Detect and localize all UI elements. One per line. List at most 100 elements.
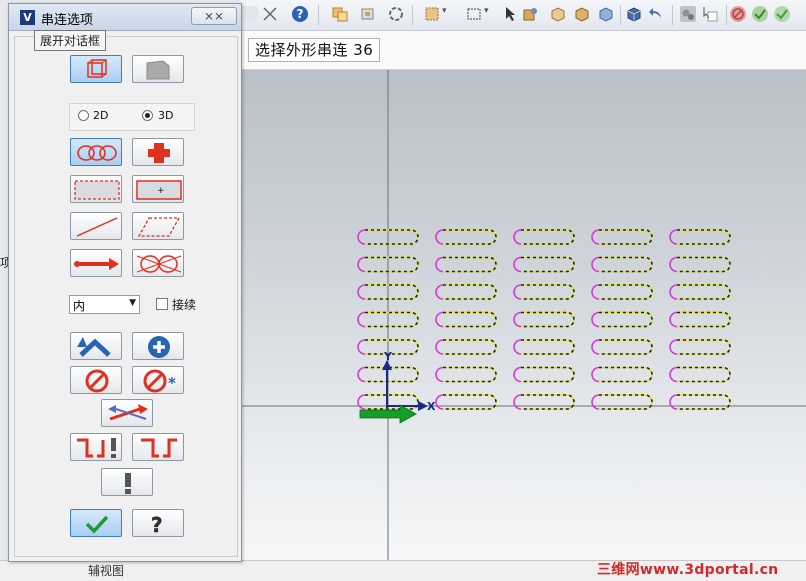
pointer-icon[interactable] bbox=[502, 6, 518, 22]
slot-contour[interactable] bbox=[435, 366, 497, 383]
slot-outline-dash bbox=[521, 394, 575, 410]
slot-contour[interactable] bbox=[591, 229, 653, 245]
slot-contour[interactable] bbox=[435, 284, 497, 300]
slot-contour[interactable] bbox=[669, 256, 731, 273]
slot-contour[interactable] bbox=[591, 339, 653, 355]
slot-outline bbox=[599, 339, 653, 355]
gears-icon[interactable] bbox=[680, 6, 696, 22]
ok-icon[interactable] bbox=[774, 6, 790, 22]
polygon-select-button[interactable] bbox=[132, 212, 184, 240]
view-cube-icon[interactable] bbox=[626, 6, 642, 22]
add-chain-button[interactable] bbox=[132, 332, 184, 360]
dialog-title-bar[interactable]: V 串连选项 ⨯⨯ bbox=[9, 4, 241, 31]
chain-options-button[interactable] bbox=[132, 433, 184, 461]
toolbar-partial-icon[interactable] bbox=[242, 6, 258, 22]
mode-3d-radio[interactable] bbox=[142, 110, 153, 121]
undo-chain-button[interactable] bbox=[70, 332, 122, 360]
slot-outline bbox=[443, 339, 497, 355]
slot-contour[interactable] bbox=[669, 339, 731, 355]
help-button[interactable]: ? bbox=[132, 509, 184, 537]
slot-outline bbox=[443, 311, 497, 328]
ok-button[interactable] bbox=[70, 509, 122, 537]
slot-outline-dash bbox=[443, 256, 497, 273]
slot-outline-dash bbox=[677, 339, 731, 355]
cancel-icon[interactable] bbox=[730, 6, 746, 22]
slot-contour[interactable] bbox=[669, 229, 731, 245]
help-icon[interactable]: ? bbox=[292, 6, 308, 22]
apply-icon[interactable] bbox=[752, 6, 768, 22]
slot-contour[interactable] bbox=[513, 256, 575, 273]
slot-contour[interactable] bbox=[435, 229, 497, 245]
slot-contour[interactable] bbox=[669, 284, 731, 300]
solid-body-icon[interactable] bbox=[574, 6, 590, 22]
selection-box-icon[interactable] bbox=[466, 6, 482, 22]
wireframe-mode-button[interactable] bbox=[70, 55, 122, 83]
bottom-tab-label[interactable]: 辅视图 bbox=[88, 562, 124, 579]
chevron-down-icon[interactable]: ▾ bbox=[484, 6, 500, 22]
partial-chain-button[interactable] bbox=[132, 249, 184, 277]
slot-outline bbox=[443, 284, 497, 300]
solid-select-icon[interactable] bbox=[522, 6, 538, 22]
slot-start-arc bbox=[357, 256, 366, 273]
reverse-direction-button[interactable] bbox=[101, 399, 153, 427]
slot-pattern[interactable] bbox=[357, 229, 731, 410]
clear-all-button[interactable]: * bbox=[132, 366, 184, 394]
slot-contour[interactable] bbox=[669, 311, 731, 328]
slot-contour[interactable] bbox=[669, 366, 731, 383]
slot-contour[interactable] bbox=[591, 256, 653, 273]
drawing-canvas[interactable]: Y X bbox=[240, 70, 806, 574]
point-select-button[interactable] bbox=[132, 138, 184, 166]
slot-contour[interactable] bbox=[435, 256, 497, 273]
slot-contour[interactable] bbox=[591, 366, 653, 383]
transform-icon[interactable] bbox=[262, 6, 278, 22]
solid-face-icon[interactable] bbox=[550, 6, 566, 22]
slot-outline-dash bbox=[443, 311, 497, 328]
expand-dialog-button[interactable]: ⨯⨯ bbox=[191, 7, 237, 25]
slot-outline-dash bbox=[365, 256, 419, 273]
slot-start-arc bbox=[435, 311, 444, 328]
chain-select-button[interactable] bbox=[70, 138, 122, 166]
solid-blue-icon[interactable] bbox=[598, 6, 614, 22]
slot-contour[interactable] bbox=[513, 311, 575, 328]
slot-contour[interactable] bbox=[513, 229, 575, 245]
slot-start-arc bbox=[669, 366, 678, 383]
slot-contour[interactable] bbox=[513, 339, 575, 355]
slot-start-arc bbox=[513, 311, 522, 328]
area-select-button[interactable]: + bbox=[132, 175, 184, 203]
continue-checkbox[interactable] bbox=[156, 298, 168, 310]
solid-mode-button[interactable] bbox=[132, 55, 184, 83]
slot-contour[interactable] bbox=[591, 394, 653, 410]
vector-select-button[interactable] bbox=[70, 249, 122, 277]
slot-contour[interactable] bbox=[435, 394, 497, 410]
layer-icon[interactable] bbox=[360, 6, 376, 22]
slot-outline bbox=[677, 366, 731, 383]
chain-options-warning-button[interactable] bbox=[70, 433, 122, 461]
chain-status-bar: 选择外形串连 36 bbox=[240, 31, 806, 70]
chevron-down-icon[interactable]: ▾ bbox=[442, 6, 458, 22]
undo-arrow-icon[interactable] bbox=[648, 6, 664, 22]
slot-outline-dash bbox=[677, 311, 731, 328]
slot-contour[interactable] bbox=[513, 394, 575, 410]
slot-contour[interactable] bbox=[591, 284, 653, 300]
mode-2d-radio[interactable] bbox=[78, 110, 89, 121]
mode-3d-label: 3D bbox=[158, 109, 174, 122]
slot-contour[interactable] bbox=[513, 366, 575, 383]
single-select-button[interactable] bbox=[70, 212, 122, 240]
chain-feature-button[interactable] bbox=[101, 468, 153, 496]
inside-outside-select[interactable]: 内 ▼ bbox=[69, 295, 140, 314]
window-select-button[interactable] bbox=[70, 175, 122, 203]
rotate-view-icon[interactable] bbox=[388, 6, 404, 22]
select-window-icon[interactable] bbox=[424, 6, 440, 22]
clear-last-button[interactable] bbox=[70, 366, 122, 394]
slot-outline bbox=[365, 256, 419, 273]
pick-entity-icon[interactable] bbox=[702, 6, 718, 22]
slot-contour[interactable] bbox=[513, 284, 575, 300]
slot-contour[interactable] bbox=[435, 311, 497, 328]
slot-contour[interactable] bbox=[435, 339, 497, 355]
slot-outline bbox=[521, 366, 575, 383]
chevron-down-icon: ▼ bbox=[129, 298, 136, 308]
slot-contour[interactable] bbox=[591, 311, 653, 328]
graphics-viewport[interactable]: Y X bbox=[240, 70, 806, 574]
copy-entities-icon[interactable] bbox=[332, 6, 348, 22]
slot-contour[interactable] bbox=[669, 394, 731, 410]
